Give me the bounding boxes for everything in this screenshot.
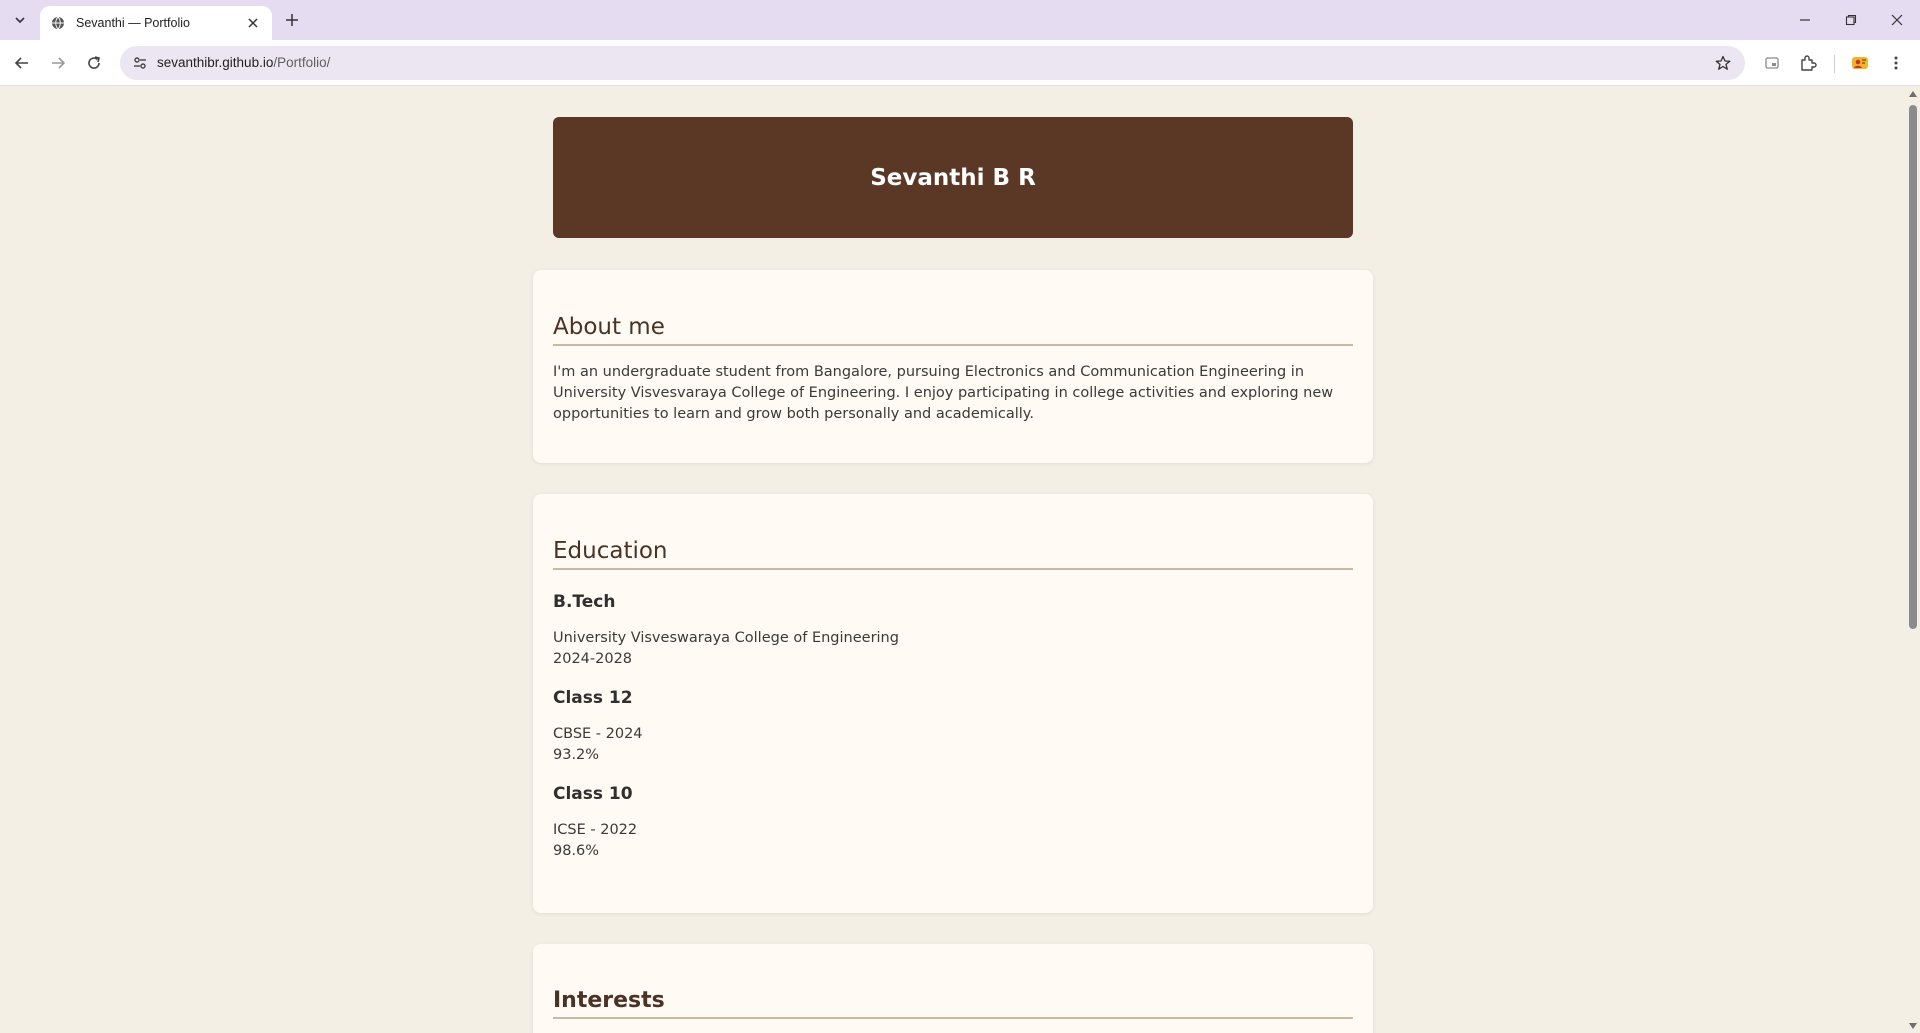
page-scrollbar[interactable] (1906, 87, 1920, 1033)
scrollbar-thumb[interactable] (1909, 105, 1917, 629)
page-viewport: Sevanthi B R About me I'm an undergradua… (0, 87, 1906, 1033)
education-detail: University Visveswaraya College of Engin… (553, 630, 899, 646)
address-bar[interactable]: sevanthibr.github.io/Portfolio/ (120, 46, 1745, 80)
url-text[interactable]: sevanthibr.github.io/Portfolio/ (157, 55, 330, 70)
education-title: Class 10 (553, 784, 633, 804)
interests-section: Interests (533, 944, 1373, 1033)
tab-strip: Sevanthi — Portfolio (0, 0, 1920, 40)
education-heading: Education (553, 494, 1353, 570)
interests-heading: Interests (553, 944, 1353, 1019)
profile-icon[interactable] (1848, 51, 1872, 75)
header-banner: Sevanthi B R (553, 117, 1353, 238)
extensions-icon[interactable] (1796, 51, 1820, 75)
forward-arrow-icon[interactable] (44, 49, 72, 77)
restore-icon[interactable] (1828, 0, 1874, 40)
education-item: B.Tech University Visveswaraya College o… (553, 592, 1353, 670)
site-name: Sevanthi B R (870, 164, 1036, 191)
toolbar-divider (1834, 55, 1835, 73)
about-heading: About me (553, 270, 1353, 346)
education-title: B.Tech (553, 592, 616, 612)
tab-search-icon[interactable] (8, 8, 32, 32)
close-icon[interactable] (244, 14, 262, 32)
education-item: Class 12 CBSE - 2024 93.2% (553, 688, 1353, 766)
about-line: I'm an undergraduate student from Bangal… (553, 364, 1305, 380)
kebab-menu-icon[interactable] (1884, 51, 1908, 75)
education-detail: ICSE - 2022 (553, 822, 638, 838)
site-info-icon[interactable] (130, 53, 150, 73)
scroll-down-arrow[interactable] (1909, 1023, 1917, 1029)
back-arrow-icon[interactable] (8, 49, 36, 77)
education-detail: CBSE - 2024 (553, 726, 643, 742)
about-section: About me I'm an undergraduate student fr… (533, 270, 1373, 463)
close-icon[interactable] (1874, 0, 1920, 40)
browser-toolbar: sevanthibr.github.io/Portfolio/ (0, 40, 1920, 86)
scroll-up-arrow[interactable] (1909, 91, 1917, 97)
globe-icon (50, 15, 66, 31)
education-title: Class 12 (553, 688, 633, 708)
minimize-icon[interactable] (1782, 0, 1828, 40)
about-line: opportunities to learn and grow both per… (553, 406, 1034, 422)
education-detail: 2024-2028 (553, 651, 633, 667)
education-detail: 93.2% (553, 747, 600, 763)
tab-groups-icon[interactable] (1760, 51, 1784, 75)
url-host: sevanthibr.github.io (157, 55, 274, 70)
education-section: Education B.Tech University Visveswaraya… (533, 494, 1373, 913)
education-detail: 98.6% (553, 843, 600, 859)
reload-icon[interactable] (80, 49, 108, 77)
plus-icon[interactable] (280, 8, 304, 32)
about-line: University Visvesvaraya College of Engin… (553, 385, 1334, 401)
tab-title: Sevanthi — Portfolio (76, 16, 190, 30)
star-icon[interactable] (1713, 53, 1733, 73)
about-text: I'm an undergraduate student from Bangal… (553, 362, 1353, 425)
active-tab[interactable]: Sevanthi — Portfolio (40, 6, 272, 40)
education-item: Class 10 ICSE - 2022 98.6% (553, 784, 1353, 862)
url-path: /Portfolio/ (273, 55, 331, 70)
